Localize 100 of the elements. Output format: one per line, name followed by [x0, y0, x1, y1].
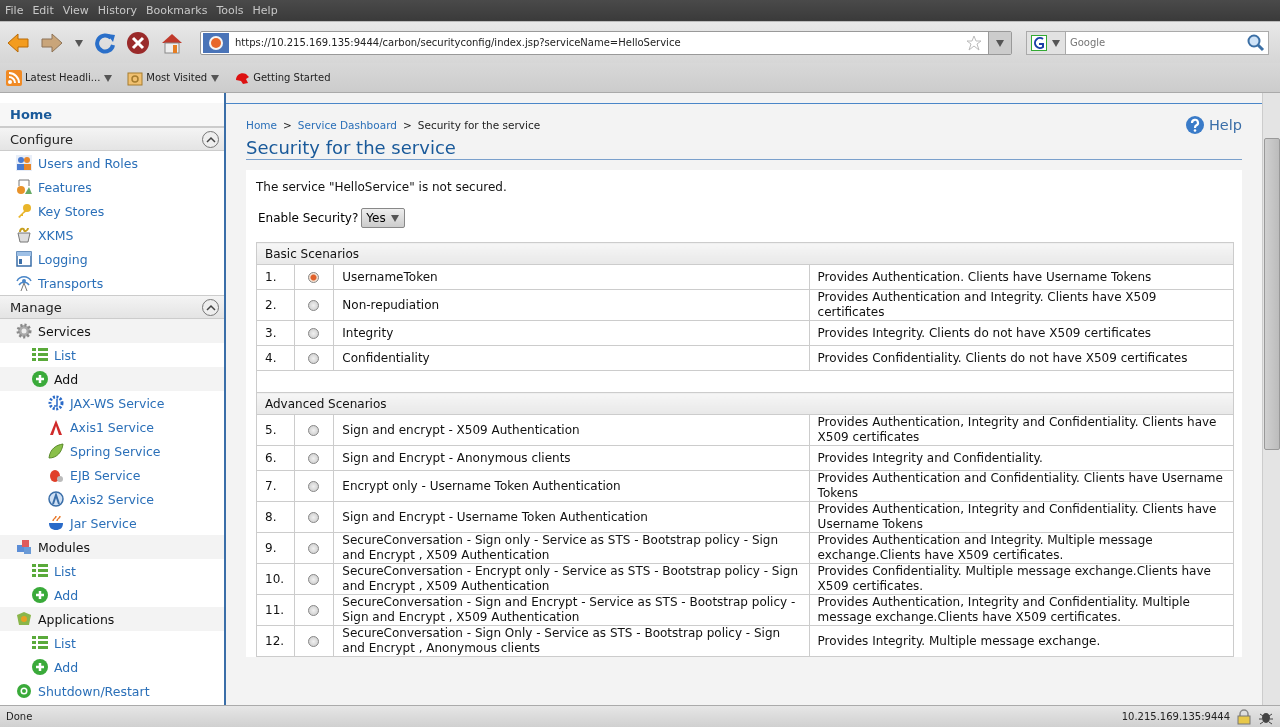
sidebar-link[interactable]: Key Stores [0, 199, 224, 223]
row-number: 4. [256, 345, 295, 371]
back-arrow-icon[interactable] [6, 31, 30, 54]
sidebar-link[interactable]: Features [0, 175, 224, 199]
enable-security-dropdown[interactable]: Yes [361, 208, 405, 228]
menu-item[interactable]: Bookmarks [143, 4, 211, 17]
caret-icon [1051, 37, 1061, 48]
search-icon[interactable] [1247, 33, 1265, 52]
scenario-description: Provides Authentication, Integrity and Confidentiality. Multiple message exchange.Clients have X509 certificates. [809, 594, 1234, 626]
collapse-toggle[interactable] [202, 130, 219, 148]
sidebar-link[interactable]: Add [0, 583, 224, 607]
sidebar-group-item[interactable]: Services [0, 319, 224, 343]
bookmark[interactable]: Getting Started [234, 69, 331, 86]
status-host: 10.215.169.135:9444 [1121, 711, 1230, 722]
breadcrumb-link[interactable]: Service Dashboard [297, 119, 397, 131]
sidebar-link[interactable]: Jar Service [0, 511, 224, 535]
menu-item[interactable]: Help [249, 4, 281, 17]
scenario-name: Non-repudiation [333, 289, 810, 321]
scenario-description: Provides Authentication and Integrity. Multiple message exchange.Clients have X509 certificates. [809, 532, 1234, 564]
radio-button[interactable] [308, 511, 320, 523]
sidebar-link[interactable]: List [0, 343, 224, 367]
radio-button[interactable] [308, 573, 320, 585]
row-number: 9. [256, 532, 295, 564]
menu-item[interactable]: File [2, 4, 27, 17]
reload-icon[interactable] [94, 31, 116, 54]
bean-icon [48, 467, 64, 483]
scrollbar[interactable] [1262, 93, 1280, 705]
menu-item[interactable]: View [59, 4, 92, 17]
collapse-toggle[interactable] [202, 298, 219, 316]
dropdown-button[interactable] [988, 31, 1011, 54]
menu-item[interactable]: History [94, 4, 140, 17]
row-number: 1. [256, 264, 295, 290]
row-number: 3. [256, 320, 295, 346]
radio-button[interactable] [308, 635, 320, 647]
caret-icon [995, 37, 1005, 48]
sidebar-link[interactable]: Axis2 Service [0, 487, 224, 511]
breadcrumb-separator: > [283, 119, 292, 131]
scenario-description: Provides Authentication, Integrity and Confidentiality. Clients have X509 certificates [809, 414, 1234, 446]
bookmark[interactable]: Latest Headli... [6, 69, 114, 86]
row-number: 7. [256, 470, 295, 502]
help-link[interactable]: Help [1185, 116, 1242, 134]
forward-arrow-icon[interactable] [40, 31, 64, 54]
address-bar[interactable]: https://10.215.169.135:9444/carbon/securityconfig/index.jsp?serviceName=HelloService [200, 30, 1012, 55]
bookmark[interactable]: Most Visited [127, 69, 221, 86]
list-icon [32, 635, 48, 651]
row-number: 8. [256, 501, 295, 533]
breadcrumb-link[interactable]: Home [246, 119, 277, 131]
status-message: The service "HelloService" is not secured. [256, 180, 508, 194]
scenario-name: SecureConversation - Sign and Encrypt - Service as STS - Bootstrap policy - Sign and Encrypt , X509 Authentication [333, 594, 810, 626]
scenario-name: SecureConversation - Sign Only - Service as STS - Bootstrap policy - Sign and Encrypt , Anonymous clients [333, 625, 810, 657]
home-icon[interactable] [160, 31, 184, 54]
radio-button[interactable] [308, 424, 320, 436]
list-icon [32, 563, 48, 579]
radio-button[interactable] [308, 327, 320, 339]
search-bar[interactable]: Google [1026, 30, 1269, 55]
sidebar-link[interactable]: Transports [0, 271, 224, 295]
menu-item[interactable]: Edit [29, 4, 57, 17]
menu-item[interactable]: Tools [213, 4, 247, 17]
star-icon[interactable] [966, 34, 982, 51]
search-input[interactable]: Google [1066, 36, 1247, 49]
scenario-name: Encrypt only - Username Token Authentication [333, 470, 810, 502]
dropdown-caret-icon[interactable] [74, 37, 84, 48]
radio-button[interactable] [308, 480, 320, 492]
sidebar-link[interactable]: EJB Service [0, 463, 224, 487]
sidebar-home-link[interactable]: Home [0, 103, 224, 127]
shapes-icon [16, 179, 32, 195]
sidebar-link[interactable]: Users and Roles [0, 151, 224, 175]
sidebar-link[interactable]: Add [0, 655, 224, 679]
radio-button[interactable] [308, 352, 320, 364]
letter-g-logo-icon [1031, 34, 1047, 51]
sidebar-group-item[interactable]: Add [0, 367, 224, 391]
sidebar-link[interactable]: List [0, 559, 224, 583]
sidebar-link[interactable]: Axis1 Service [0, 415, 224, 439]
radio-button[interactable] [308, 299, 320, 311]
breadcrumb-separator: > [402, 119, 412, 131]
breadcrumb-current: Security for the service [417, 119, 541, 131]
scenario-name: Confidentiality [333, 345, 810, 371]
site-identity-icon[interactable] [203, 32, 229, 53]
sidebar-link[interactable]: XKMS [0, 223, 224, 247]
radio-button[interactable] [308, 542, 320, 554]
radio-button[interactable] [308, 271, 320, 283]
scenario-description: Provides Integrity. Multiple message exchange. [809, 625, 1234, 657]
sidebar-link[interactable]: Spring Service [0, 439, 224, 463]
group-header: Basic Scenarios [256, 242, 1234, 265]
rss-feed-icon [6, 69, 22, 86]
stop-icon[interactable] [126, 30, 150, 55]
row-number: 12. [256, 625, 295, 657]
search-engine-button[interactable] [1027, 31, 1066, 54]
letter-a-icon [48, 419, 64, 435]
sidebar-link[interactable]: Logging [0, 247, 224, 271]
radio-button[interactable] [308, 604, 320, 616]
plus-circle-icon [32, 371, 48, 387]
sidebar-group-item[interactable]: Applications [0, 607, 224, 631]
sidebar-link[interactable]: List [0, 631, 224, 655]
sidebar-link[interactable]: Shutdown/Restart [0, 679, 224, 703]
radio-button[interactable] [308, 452, 320, 464]
bucket-icon [16, 227, 32, 243]
sidebar-link[interactable]: JAX-WS Service [0, 391, 224, 415]
sidebar-group-item[interactable]: Modules [0, 535, 224, 559]
row-number: 11. [256, 594, 295, 626]
